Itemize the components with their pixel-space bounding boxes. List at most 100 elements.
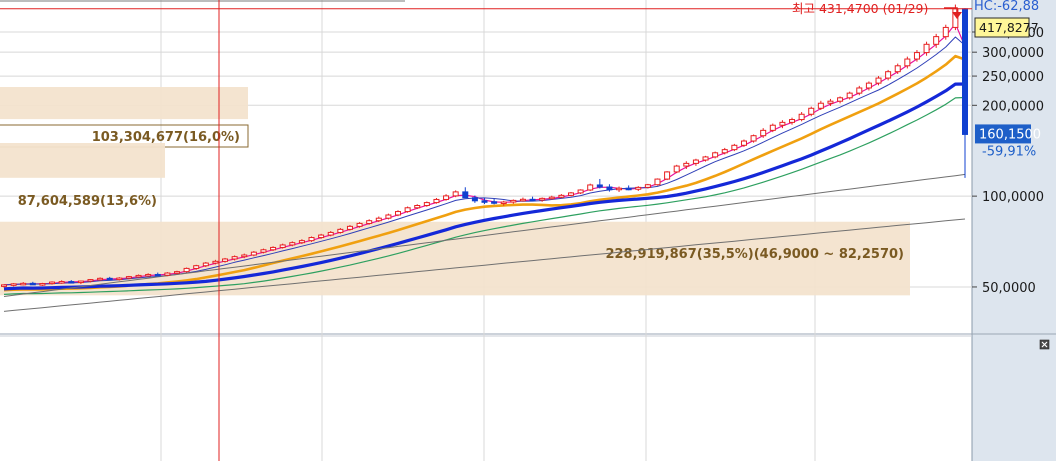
candle-body	[789, 119, 796, 123]
candle[interactable]	[260, 248, 267, 254]
candle-body	[779, 121, 786, 126]
candle-body	[241, 254, 248, 258]
candle-body	[750, 135, 757, 142]
candle-body	[673, 165, 680, 173]
candle-body	[289, 242, 296, 246]
candle-body	[404, 207, 411, 213]
candle[interactable]	[346, 225, 353, 231]
candle-body	[202, 262, 209, 267]
candle-body	[904, 58, 911, 67]
candle[interactable]	[673, 164, 680, 174]
candle-body	[740, 140, 747, 146]
candle-body	[433, 198, 440, 204]
candle-body	[366, 220, 373, 224]
candle[interactable]	[39, 282, 46, 286]
candle[interactable]	[587, 183, 594, 191]
candle[interactable]	[97, 277, 104, 281]
chart-svg[interactable]: 103,304,677(16,0%)87,604,589(13,6%)228,9…	[0, 0, 1056, 461]
pane-close-button[interactable]	[1039, 339, 1050, 350]
candle[interactable]	[712, 151, 719, 159]
candle-body	[692, 159, 699, 164]
candle-body	[1, 284, 7, 287]
candle[interactable]	[452, 190, 459, 198]
candle-body	[596, 184, 603, 188]
candle[interactable]	[395, 210, 402, 217]
candle-body	[913, 52, 920, 60]
candle-body	[856, 87, 863, 94]
candle-body	[481, 200, 488, 203]
candle-body	[308, 237, 315, 242]
candle-body	[250, 251, 257, 256]
candle-body	[894, 65, 901, 73]
candle[interactable]	[337, 228, 344, 234]
candle-body	[135, 274, 142, 278]
candle-body	[231, 256, 238, 260]
y-tick-label: 50,0000	[982, 281, 1036, 296]
candle-body	[260, 249, 267, 253]
candle-body	[68, 281, 75, 284]
candle-body	[327, 231, 334, 236]
candle[interactable]	[385, 213, 392, 220]
candle-body	[760, 129, 767, 137]
candle-body	[97, 277, 104, 281]
candle-body	[356, 222, 363, 227]
candle[interactable]	[164, 272, 171, 277]
candle-body	[817, 102, 824, 109]
candle-body	[212, 260, 219, 264]
candle-body	[270, 246, 277, 251]
volume-profile-band	[0, 86, 248, 120]
candle[interactable]	[664, 171, 671, 181]
candle-body	[183, 267, 190, 273]
hc-label: HC:-62,88	[974, 0, 1039, 14]
candle[interactable]	[750, 134, 757, 143]
candle-body	[10, 283, 17, 286]
candle-body	[375, 217, 382, 222]
candle[interactable]	[731, 143, 738, 152]
candle-body	[145, 273, 152, 277]
candle-body	[58, 281, 65, 284]
candle-body	[77, 280, 84, 284]
candle-body	[173, 271, 180, 274]
candle[interactable]	[644, 183, 651, 189]
candle-body	[222, 258, 229, 262]
candle-body	[164, 272, 171, 276]
candle[interactable]	[270, 246, 277, 251]
candle[interactable]	[769, 123, 776, 133]
candle-body	[846, 92, 853, 99]
candle-body	[885, 71, 892, 79]
candle[interactable]	[250, 250, 257, 257]
candle-body	[193, 265, 200, 269]
candle-body	[385, 214, 392, 219]
candle-body	[106, 277, 113, 281]
stock-chart[interactable]: 103,304,677(16,0%) 87,604,589(13,6%) 228,9…	[0, 0, 1056, 461]
candle-body	[491, 201, 498, 204]
candle-body	[962, 8, 968, 135]
candle-body	[654, 178, 661, 186]
candle-body	[539, 197, 546, 201]
candle-body	[462, 191, 469, 199]
candle-body	[808, 107, 815, 115]
candle[interactable]	[135, 274, 142, 278]
volume-profile-label: 103,304,677(16,0%)	[92, 130, 240, 145]
candle[interactable]	[654, 178, 661, 186]
candle[interactable]	[356, 222, 363, 228]
candle-body	[923, 43, 930, 54]
last-change-label: -59,91%	[982, 144, 1036, 159]
candle[interactable]	[116, 277, 123, 281]
candle-body	[721, 149, 728, 154]
candle-body	[635, 186, 642, 190]
candle[interactable]	[183, 267, 190, 273]
candle-body	[616, 187, 623, 191]
candle-body	[625, 187, 632, 191]
candle[interactable]	[308, 236, 315, 242]
candle[interactable]	[404, 206, 411, 213]
volume-profile-label: 87,604,589(13,6%)	[18, 194, 157, 209]
high-annotation: 최고 431,4700 (01/29)	[792, 1, 928, 16]
candle-body	[769, 124, 776, 131]
candle-body	[337, 228, 344, 233]
candle[interactable]	[577, 189, 584, 195]
candle[interactable]	[567, 192, 574, 197]
candle[interactable]	[423, 201, 430, 207]
candle-body	[798, 113, 805, 121]
candle-body	[875, 77, 882, 84]
